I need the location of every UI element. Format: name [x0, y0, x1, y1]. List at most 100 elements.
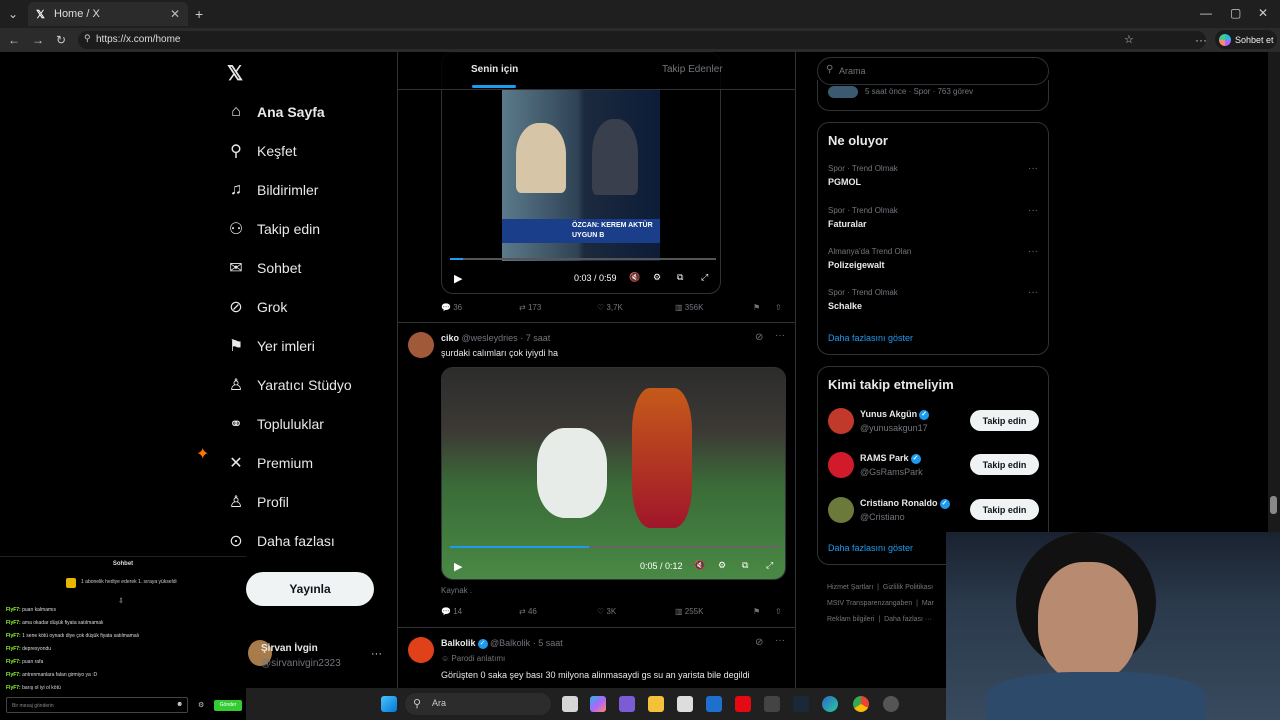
chat-user[interactable]: FlyF7:	[6, 685, 21, 691]
windows-start-icon[interactable]	[381, 696, 397, 712]
chat-message-input[interactable]: Bir mesaj gönderin	[6, 697, 188, 713]
follow-button[interactable]: Takip edin	[970, 454, 1039, 475]
trend-name[interactable]: Faturalar	[828, 219, 867, 229]
like-action[interactable]: ♡ 3,7K	[597, 303, 623, 312]
maximize-icon[interactable]: ▢	[1230, 6, 1241, 20]
nav-explore[interactable]: ⚲ Keşfet	[226, 138, 297, 164]
reply-action[interactable]: 💬 14	[441, 607, 462, 616]
browser-tab[interactable]: 𝕏 Home / X ✕	[28, 2, 188, 26]
nav-bookmarks[interactable]: ⚑ Yer imleri	[226, 333, 315, 359]
fullscreen-icon[interactable]: ⤢	[701, 272, 708, 283]
site-info-icon[interactable]: ⚲	[84, 33, 91, 44]
video-progress-track[interactable]	[450, 546, 780, 548]
chat-user[interactable]: FlyF7:	[6, 646, 21, 652]
footer-link[interactable]: Gizlilik Politikası	[883, 584, 933, 591]
nav-messages[interactable]: ✉ Sohbet	[226, 255, 301, 281]
browser-menu-icon[interactable]: ···	[1195, 33, 1207, 47]
bookmark-icon[interactable]: ⚑	[753, 607, 760, 616]
trend-more-icon[interactable]: ···	[1028, 246, 1038, 257]
footer-link[interactable]: Hizmet Şartları	[827, 584, 873, 591]
author-handle[interactable]: @wesleydries	[462, 333, 518, 343]
trend-more-icon[interactable]: ···	[1028, 163, 1038, 174]
steam-icon[interactable]	[793, 696, 809, 712]
video-progress-track[interactable]	[450, 258, 716, 260]
favorite-star-icon[interactable]: ☆	[1124, 33, 1134, 46]
avatar[interactable]	[828, 408, 854, 434]
app-icon[interactable]	[706, 696, 722, 712]
nav-home[interactable]: ⌂ Ana Sayfa	[226, 99, 325, 125]
post-more-icon[interactable]: ···	[775, 635, 785, 646]
repost-action[interactable]: ⇄ 46	[519, 607, 537, 616]
url-field[interactable]: https://x.com/home	[78, 31, 1206, 49]
copilot-button[interactable]: Sohbet et	[1215, 30, 1277, 49]
reply-action[interactable]: 💬 36	[441, 303, 462, 312]
chat-user[interactable]: FlyF7:	[6, 633, 21, 639]
trend-name[interactable]: PGMOL	[828, 177, 861, 187]
task-view-icon[interactable]	[562, 696, 578, 712]
nav-more[interactable]: ⊙ Daha fazlası	[226, 528, 335, 554]
trend-name[interactable]: Schalke	[828, 301, 862, 311]
trends-show-more[interactable]: Daha fazlasını göster	[828, 333, 913, 343]
scrollbar[interactable]	[1268, 52, 1280, 532]
suggested-name[interactable]: Yunus Akgün ✓	[860, 409, 930, 420]
footer-link[interactable]: Mar	[922, 600, 934, 607]
follow-button[interactable]: Takip edin	[970, 410, 1039, 431]
tab-list-chevron-icon[interactable]: ⌄	[8, 7, 18, 21]
account-more-icon[interactable]: ···	[371, 648, 382, 660]
nav-grok[interactable]: ⊘ Grok	[226, 294, 287, 320]
avatar[interactable]	[828, 452, 854, 478]
post-video[interactable]: ▶ 0:05 / 0:12 🔇 ⚙ ⧉ ⤢	[441, 367, 786, 580]
post-button[interactable]: Yayınla	[246, 572, 374, 606]
nav-notifications[interactable]: ♫ Bildirimler	[226, 177, 318, 203]
grok-icon[interactable]: ⊘	[755, 332, 763, 343]
grok-icon[interactable]: ⊘	[755, 637, 763, 648]
author-name[interactable]: Balkolik	[441, 638, 476, 648]
chrome-icon[interactable]	[853, 696, 869, 712]
chat-scroll-down-icon[interactable]: ⇩	[118, 597, 124, 605]
store-icon[interactable]	[677, 696, 693, 712]
tab-for-you[interactable]: Senin için	[471, 64, 518, 75]
fullscreen-icon[interactable]: ⤢	[766, 560, 773, 571]
trend-more-icon[interactable]: ···	[1028, 287, 1038, 298]
nav-creator-studio[interactable]: ♙ Yaratıcı Stüdyo	[226, 372, 352, 398]
post-time[interactable]: · 5 saat	[533, 638, 563, 648]
chat-send-button[interactable]: Gönder	[214, 700, 242, 711]
suggested-name[interactable]: Cristiano Ronaldo ✓	[860, 498, 950, 509]
mute-icon[interactable]: 🔇	[694, 560, 705, 571]
like-action[interactable]: ♡ 3K	[597, 607, 616, 616]
share-icon[interactable]: ⇧	[775, 303, 782, 312]
new-tab-icon[interactable]: +	[195, 6, 203, 22]
trend-more-icon[interactable]: ···	[1028, 205, 1038, 216]
footer-link[interactable]: Daha fazlası ···	[884, 616, 932, 623]
avatar[interactable]	[828, 497, 854, 523]
nav-communities[interactable]: ⚭ Topluluklar	[226, 411, 324, 437]
minimize-icon[interactable]: —	[1200, 6, 1212, 20]
repost-action[interactable]: ⇄ 173	[519, 303, 541, 312]
trend-name[interactable]: Polizeigewalt	[828, 260, 885, 270]
emote-icon[interactable]: ☻	[176, 701, 183, 708]
post-time[interactable]: · 7 saat	[520, 333, 550, 343]
views-action[interactable]: ▥ 356K	[675, 303, 703, 312]
pip-icon[interactable]: ⧉	[677, 272, 683, 283]
follow-button[interactable]: Takip edin	[970, 499, 1039, 520]
settings-icon[interactable]: ⚙	[653, 272, 661, 283]
chat-user[interactable]: FlyF7:	[6, 672, 21, 678]
suggested-name[interactable]: RAMS Park ✓	[860, 453, 921, 464]
who-to-follow-show-more[interactable]: Daha fazlasını göster	[828, 543, 913, 553]
chat-settings-icon[interactable]: ⚙	[198, 701, 204, 709]
avatar[interactable]	[408, 332, 434, 358]
x-logo-icon[interactable]: 𝕏	[227, 61, 243, 86]
netflix-icon[interactable]	[735, 696, 751, 712]
forward-icon[interactable]: →	[32, 33, 44, 47]
nav-premium[interactable]: ✕ Premium	[226, 450, 313, 476]
tab-following[interactable]: Takip Edenler	[662, 64, 723, 75]
back-icon[interactable]: ←	[8, 33, 20, 47]
edge-icon[interactable]	[822, 696, 838, 712]
post-more-icon[interactable]: ···	[775, 330, 785, 341]
settings-icon[interactable]: ⚙	[718, 560, 726, 571]
mute-icon[interactable]: 🔇	[629, 272, 640, 283]
views-action[interactable]: ▥ 255K	[675, 607, 703, 616]
app-icon[interactable]	[764, 696, 780, 712]
reload-icon[interactable]: ↻	[56, 33, 66, 47]
play-icon[interactable]: ▶	[454, 272, 462, 285]
